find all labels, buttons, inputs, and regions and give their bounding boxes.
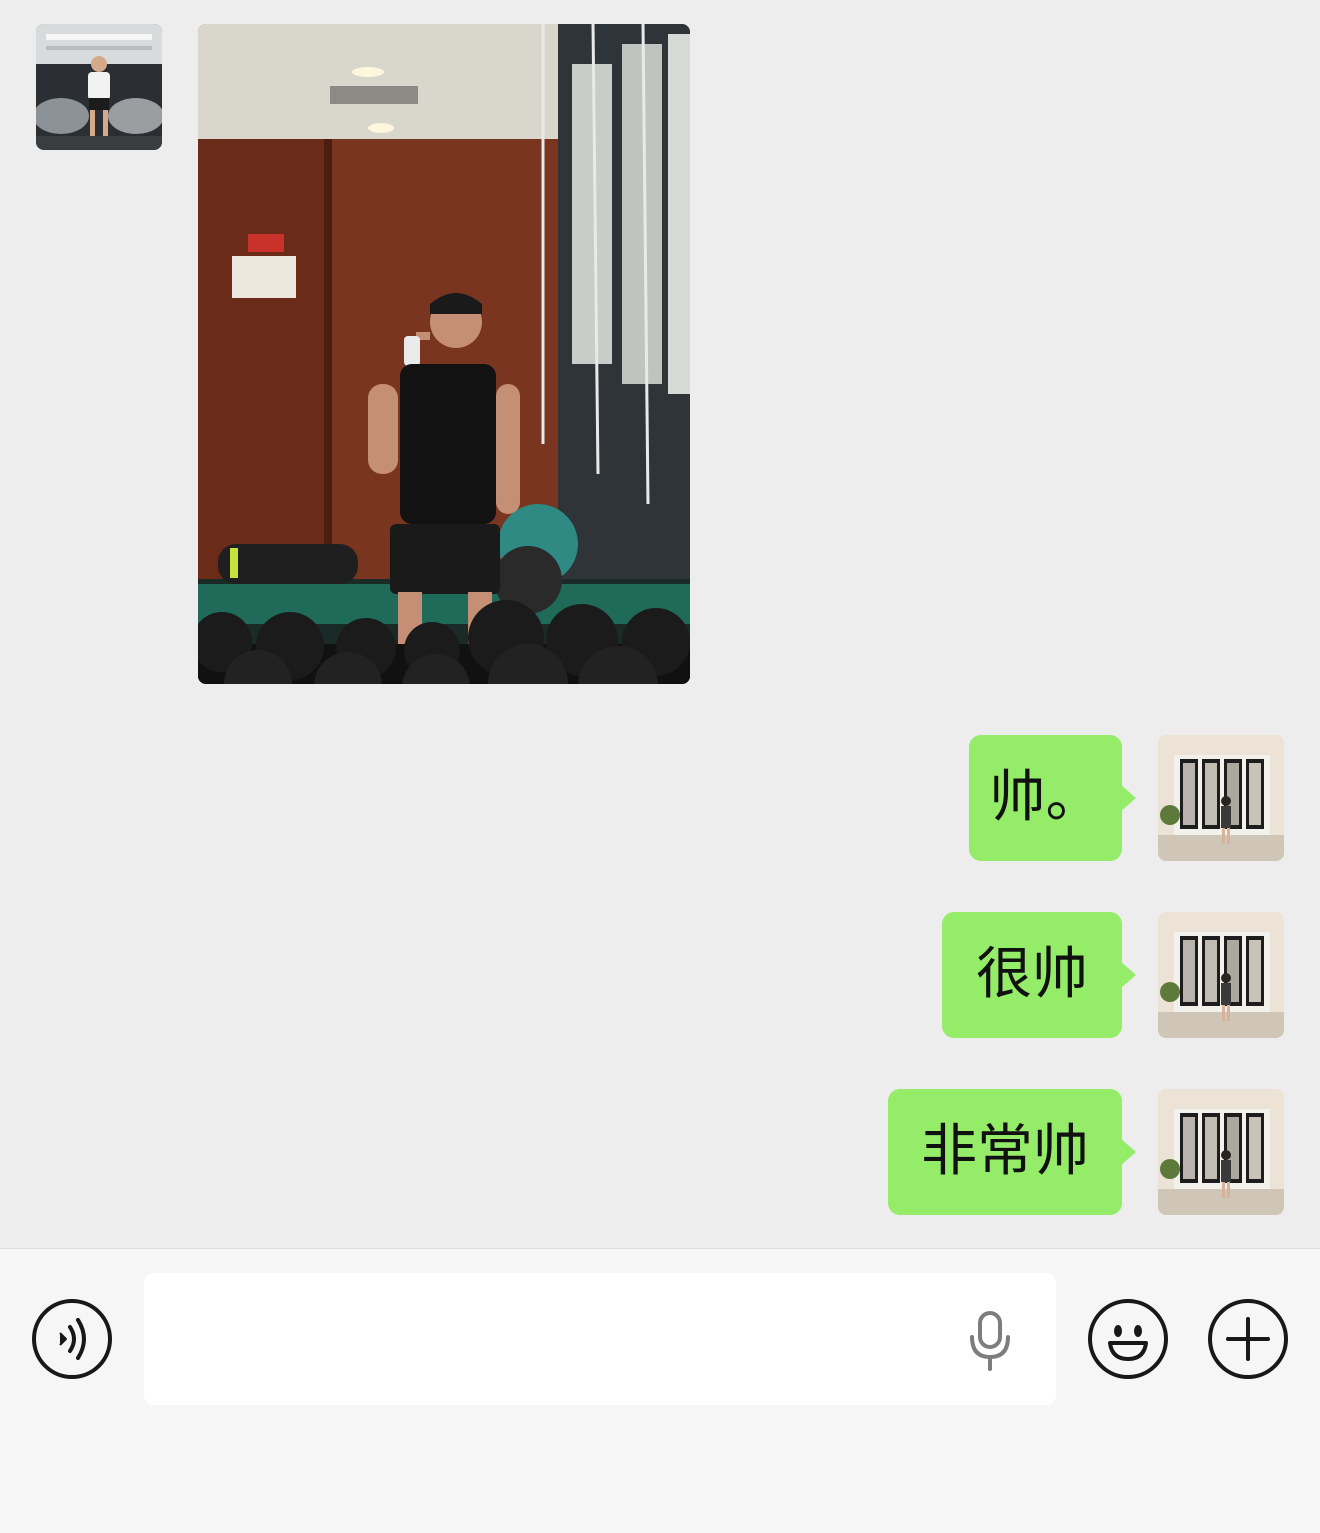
emoji-button[interactable] (1088, 1299, 1168, 1379)
user-avatar-image (1158, 735, 1284, 861)
voice-mode-icon (59, 1318, 86, 1360)
incoming-photo-message[interactable] (198, 24, 690, 684)
contact-avatar-image (36, 24, 162, 150)
user-avatar-image (1158, 1089, 1284, 1215)
user-avatar[interactable] (1158, 1089, 1284, 1215)
outgoing-message-bubble[interactable]: 很帅 (942, 912, 1136, 1038)
gym-selfie-image (198, 24, 690, 684)
voice-mode-button[interactable] (32, 1299, 112, 1379)
outgoing-message-bubble[interactable]: 帅。 (969, 735, 1136, 861)
input-bar (0, 1248, 1320, 1533)
user-avatar[interactable] (1158, 912, 1284, 1038)
user-avatar[interactable] (1158, 735, 1284, 861)
message-input[interactable] (144, 1273, 1056, 1405)
chat-area: 帅。 很帅 非常帅 (0, 0, 1320, 1248)
contact-avatar[interactable] (36, 24, 162, 150)
user-avatar-image (1158, 912, 1284, 1038)
more-button[interactable] (1208, 1299, 1288, 1379)
microphone-icon[interactable] (966, 1311, 1014, 1371)
emoji-icon (1108, 1325, 1148, 1361)
outgoing-message-bubble[interactable]: 非常帅 (888, 1089, 1136, 1215)
plus-icon (1226, 1317, 1270, 1361)
